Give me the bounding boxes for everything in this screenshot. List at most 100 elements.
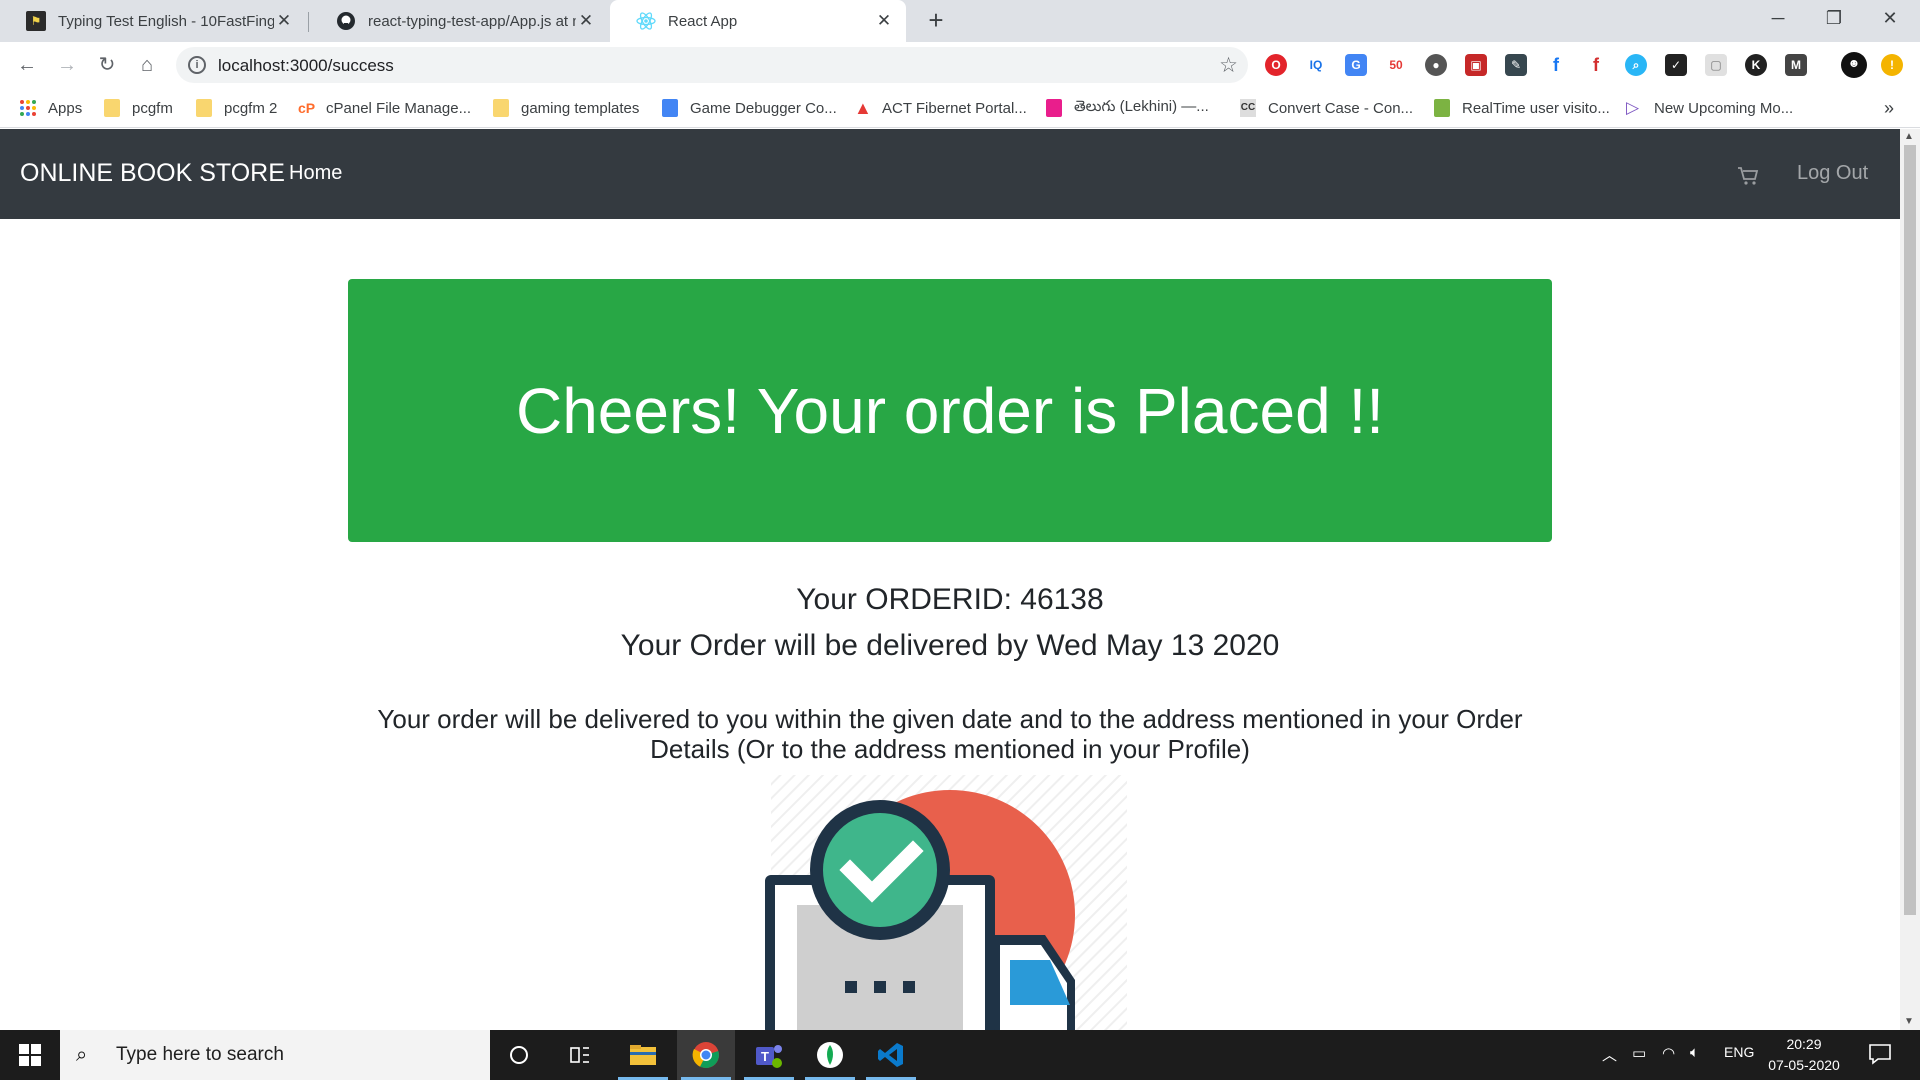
play-icon: ▷	[1626, 98, 1640, 117]
cart-icon[interactable]	[1736, 165, 1760, 187]
mongodb-compass-icon[interactable]	[801, 1030, 859, 1080]
back-arrow-icon[interactable]: ←	[12, 50, 42, 80]
profile-avatar[interactable]: ☻	[1841, 52, 1867, 78]
forward-arrow-icon[interactable]: →	[52, 50, 82, 80]
m-extension-icon[interactable]: M	[1785, 54, 1807, 76]
home-icon[interactable]: ⌂	[132, 50, 162, 80]
site-brand[interactable]: ONLINE BOOK STORE	[20, 159, 285, 188]
close-tab-icon[interactable]: ✕	[874, 11, 894, 31]
facebook-extension-icon[interactable]: f	[1545, 54, 1567, 76]
folder-icon	[493, 99, 509, 117]
k-extension-icon[interactable]: K	[1745, 54, 1767, 76]
scrollbar-thumb[interactable]	[1904, 145, 1916, 915]
scroll-up-icon[interactable]: ▲	[1904, 131, 1914, 142]
browser-toolbar: ← → ↻ ⌂ i localhost:3000/success ☆ O IQ …	[0, 42, 1920, 88]
minimize-icon[interactable]: ─	[1750, 0, 1806, 36]
reload-icon[interactable]: ↻	[92, 50, 122, 80]
search-icon: ⌕	[76, 1043, 88, 1066]
browser-tab[interactable]: ⚑ Typing Test English - 10FastFingers ✕	[0, 0, 306, 42]
tab-divider	[308, 12, 309, 32]
restore-icon[interactable]: ❐	[1806, 0, 1862, 36]
github-icon	[336, 11, 356, 31]
order-id-text: Your ORDERID: 46138	[796, 583, 1104, 616]
task-view-icon[interactable]	[551, 1030, 609, 1080]
bookmark-link[interactable]: RealTime user visito...	[1434, 96, 1610, 120]
site-info-icon[interactable]: i	[188, 56, 206, 74]
docs-icon	[662, 99, 678, 117]
bookmark-folder[interactable]: pcgfm	[104, 96, 173, 120]
notifications-icon[interactable]	[1868, 1043, 1892, 1065]
vscode-icon[interactable]	[862, 1030, 920, 1080]
lekhini-icon	[1046, 99, 1062, 117]
browser-tab-strip: ⚑ Typing Test English - 10FastFingers ✕ …	[0, 0, 1920, 42]
delivery-date-text: Your Order will be delivered by Wed May …	[620, 629, 1280, 662]
windows-start-icon[interactable]	[0, 1030, 60, 1080]
bookmark-star-icon[interactable]: ☆	[1219, 53, 1238, 78]
taskbar-clock[interactable]: 20:29 07-05-2020	[1762, 1034, 1846, 1076]
browser-tab-active[interactable]: React App ✕	[610, 0, 906, 42]
taskbar-search-box[interactable]: ⌕ Type here to search	[60, 1030, 490, 1080]
grey-extension-icon[interactable]: ▢	[1705, 54, 1727, 76]
translate-extension-icon[interactable]: G	[1345, 54, 1367, 76]
bookmark-link[interactable]: CC Convert Case - Con...	[1240, 96, 1413, 120]
nav-home-link[interactable]: Home	[289, 162, 342, 185]
bookmarks-bar: Apps pcgfm pcgfm 2 cP cPanel File Manage…	[0, 88, 1920, 128]
opera-extension-icon[interactable]: O	[1265, 54, 1287, 76]
cpanel-icon: cP	[298, 100, 316, 116]
pen-extension-icon[interactable]: ✎	[1505, 54, 1527, 76]
chrome-icon[interactable]	[677, 1030, 735, 1080]
bookmark-folder[interactable]: pcgfm 2	[196, 96, 277, 120]
update-alert-icon[interactable]: !	[1881, 54, 1903, 76]
bookmark-apps[interactable]: Apps	[20, 96, 82, 120]
window-close-icon[interactable]: ✕	[1862, 0, 1918, 36]
logout-link[interactable]: Log Out	[1797, 162, 1868, 185]
red-extension-icon[interactable]: ▣	[1465, 54, 1487, 76]
wifi-icon[interactable]: ◠	[1662, 1044, 1675, 1062]
close-tab-icon[interactable]: ✕	[576, 11, 596, 31]
page-viewport: ONLINE BOOK STORE Home Log Out Cheers! Y…	[0, 129, 1900, 1030]
iq-extension-icon[interactable]: IQ	[1305, 54, 1327, 76]
file-explorer-icon[interactable]	[614, 1030, 672, 1080]
address-bar[interactable]: i localhost:3000/success ☆	[176, 47, 1248, 83]
apps-grid-icon	[20, 100, 36, 116]
bookmark-link[interactable]: ▷ New Upcoming Mo...	[1626, 96, 1793, 120]
language-indicator[interactable]: ENG	[1724, 1044, 1754, 1060]
bookmark-link[interactable]: Game Debugger Co...	[662, 96, 837, 120]
battery-icon[interactable]: ▭	[1632, 1044, 1646, 1062]
teams-icon[interactable]: T	[740, 1030, 798, 1080]
windows-taskbar: ⌕ Type here to search T ︿ ▭ ◠ 🔈︎ ENG 20:…	[0, 1030, 1920, 1080]
folder-icon	[104, 99, 120, 117]
fifty-extension-icon[interactable]: 50	[1385, 54, 1407, 76]
more-bookmarks-button[interactable]: »	[1884, 96, 1894, 120]
new-tab-button[interactable]: +	[922, 6, 950, 34]
volume-icon[interactable]: 🔈︎	[1690, 1044, 1699, 1061]
order-success-illustration	[765, 775, 1135, 1030]
bookmark-link[interactable]: ▲ ACT Fibernet Portal...	[854, 96, 1027, 120]
close-tab-icon[interactable]: ✕	[274, 11, 294, 31]
search-extension-icon[interactable]: ⌕	[1625, 54, 1647, 76]
circle-extension-icon[interactable]: ●	[1425, 54, 1447, 76]
svg-text:T: T	[761, 1049, 769, 1064]
address-url[interactable]: localhost:3000/success	[218, 56, 394, 76]
browser-tab[interactable]: react-typing-test-app/App.js at master ✕	[310, 0, 608, 42]
site-navbar: ONLINE BOOK STORE Home Log Out	[0, 129, 1900, 219]
tenfastfingers-icon: ⚑	[26, 11, 46, 31]
scroll-down-icon[interactable]: ▼	[1904, 1016, 1914, 1027]
bookmark-link[interactable]: తెలుగు (Lekhini) —...	[1046, 96, 1209, 120]
tray-chevron-icon[interactable]: ︿	[1602, 1044, 1617, 1065]
cortana-icon[interactable]	[490, 1030, 548, 1080]
search-placeholder: Type here to search	[116, 1044, 284, 1065]
bookmark-link[interactable]: cP cPanel File Manage...	[298, 96, 471, 120]
clock-time: 20:29	[1786, 1036, 1822, 1052]
realtime-icon	[1434, 99, 1450, 117]
react-icon	[636, 11, 656, 31]
bookmark-folder[interactable]: gaming templates	[493, 96, 639, 120]
clock-date: 07-05-2020	[1768, 1057, 1840, 1073]
success-heading: Cheers! Your order is Placed !!	[515, 374, 1385, 447]
page-scrollbar[interactable]: ▲ ▼	[1900, 129, 1920, 1030]
check-extension-icon[interactable]: ✓	[1665, 54, 1687, 76]
act-icon: ▲	[854, 98, 872, 118]
facebook-red-extension-icon[interactable]: f	[1585, 54, 1607, 76]
delivery-note: Your order will be delivered to you with…	[377, 704, 1523, 764]
folder-icon	[196, 99, 212, 117]
